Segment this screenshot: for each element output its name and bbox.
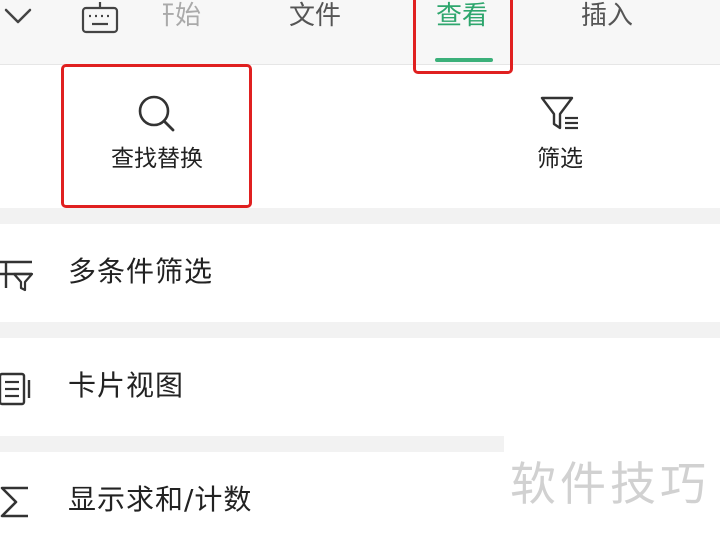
divider [0,436,504,452]
tab-start[interactable]: 开始 [163,0,201,64]
menu-item-label: 显示求和/计数 [68,483,253,516]
menu-item-label: 卡片视图 [68,369,185,402]
view-tab-highlight-box [413,0,513,74]
divider [0,208,720,224]
menu-item-label: 多条件筛选 [68,255,214,288]
top-tab-bar: 开始 文件 查看 插入 [0,0,720,65]
find-replace-highlight-box [61,64,252,208]
divider [0,322,720,338]
card-view-icon [0,372,31,406]
tab-insert[interactable]: 插入 [581,0,633,64]
watermark: 软件技巧 [510,457,710,511]
filter-icon [540,96,578,130]
menu-item-multi-filter[interactable]: 多条件筛选 [0,224,720,320]
tab-file[interactable]: 文件 [289,0,341,64]
filter-button[interactable]: 筛选 [480,92,640,202]
multi-filter-icon [0,260,34,292]
sigma-icon [0,486,28,518]
keyboard-icon[interactable] [80,0,120,36]
menu-item-card-view[interactable]: 卡片视图 [0,338,720,434]
chevron-down-icon[interactable] [2,2,34,32]
filter-label: 筛选 [537,146,583,172]
